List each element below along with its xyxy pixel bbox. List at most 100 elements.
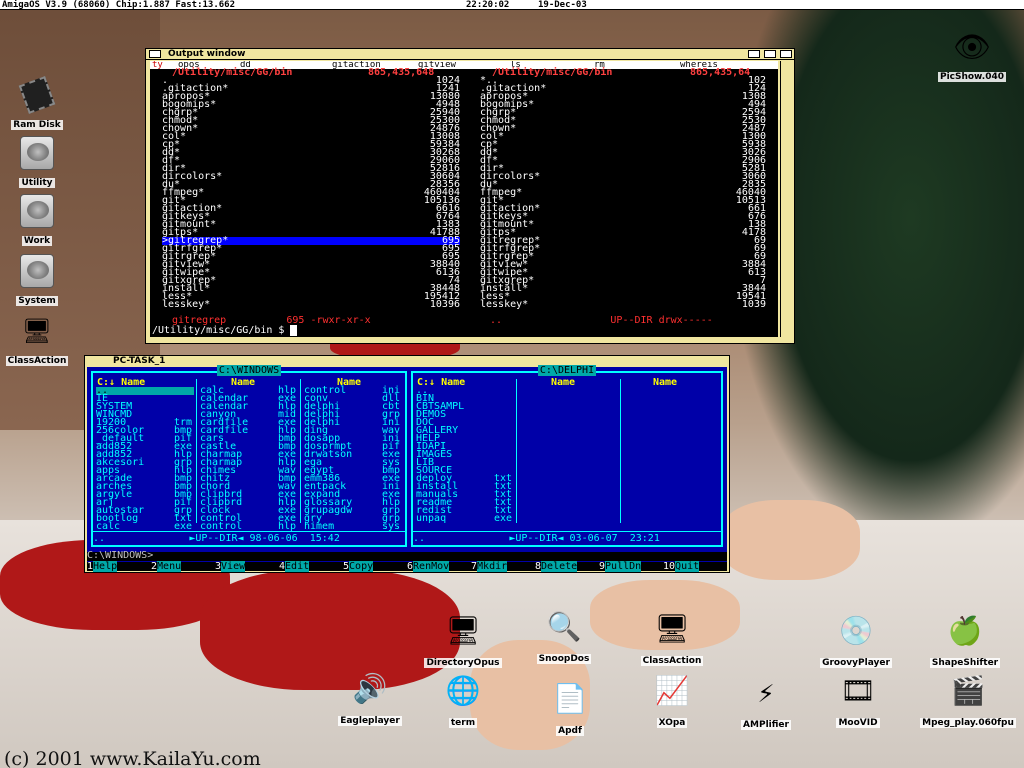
pdf-icon: 📄 xyxy=(552,681,588,715)
monitor-icon: 🖥 xyxy=(21,317,53,345)
monitor-icon: 🖥 xyxy=(445,613,481,647)
dos-command-line[interactable]: C:\WINDOWS> xyxy=(87,551,727,561)
file-row[interactable]: lesskey* 1039 xyxy=(480,299,766,310)
nc-file-item[interactable]: unpaq exe xyxy=(416,514,514,524)
file-row[interactable]: bogomips* 494 xyxy=(480,100,766,110)
depth-icon[interactable] xyxy=(780,50,792,58)
right-col3-header[interactable]: Name xyxy=(653,378,677,388)
desktop-icon-picshow[interactable]: 👁 PicShow.040 xyxy=(930,30,1014,83)
shell-prompt[interactable]: /Utility/misc/GG/bin $ xyxy=(152,325,297,336)
file-row[interactable]: col* 1300 xyxy=(480,132,766,142)
file-row[interactable]: ffmpeg* 460404 xyxy=(162,188,460,198)
right-col2-header[interactable]: Name xyxy=(551,378,575,388)
shell-terminal[interactable]: ty opos dd gitaction gitview ls rm where… xyxy=(150,61,778,337)
fkey-edit[interactable]: 4Edit xyxy=(279,561,310,572)
file-row[interactable]: cp* 59384 xyxy=(162,140,460,150)
right-panel-title: C:\DELPHI xyxy=(537,365,597,376)
file-size: 10396 xyxy=(429,299,460,310)
desktop-icon-apdf[interactable]: 📄 Apdf xyxy=(520,678,620,737)
desktop-icon-system[interactable]: System xyxy=(2,254,72,307)
file-row[interactable]: df* 2906 xyxy=(480,156,766,166)
file-row[interactable]: chmod* 25300 xyxy=(162,116,460,126)
file-row[interactable]: install* 38448 xyxy=(162,284,460,294)
iconify-icon[interactable] xyxy=(764,50,776,58)
desktop-icon-shapeshifter[interactable]: 🍏 ShapeShifter xyxy=(915,610,1015,669)
file-row[interactable]: dd* 3026 xyxy=(480,148,766,158)
speaker-icon: 🔊 xyxy=(352,671,388,705)
screen-title-bar[interactable]: AmigaOS V3.9 (68060) Chip:1.887 Fast:13.… xyxy=(0,0,1024,10)
left-col2-header[interactable]: Name xyxy=(231,378,255,388)
norton-commander[interactable]: C:\WINDOWS C:↓ Name Name Name .. IE SYSTEM… xyxy=(87,365,727,572)
output-window-scrollbar[interactable] xyxy=(780,61,792,337)
file-row[interactable]: chown* 2487 xyxy=(480,124,766,134)
file-row[interactable]: chgrp* 25940 xyxy=(162,108,460,118)
fkey-menu[interactable]: 2Menu xyxy=(151,561,182,572)
file-row[interactable]: lesskey* 10396 xyxy=(162,299,460,310)
file-row[interactable]: du* 28356 xyxy=(162,180,460,190)
file-row[interactable]: dircolors* 3060 xyxy=(480,172,766,182)
desktop-icon-term[interactable]: 🌐 term xyxy=(413,670,513,729)
shell-menu-ty[interactable]: ty xyxy=(152,61,163,70)
nc-file-item[interactable]: .. xyxy=(96,386,194,396)
nc-file-item[interactable]: himem sys xyxy=(304,522,402,532)
left-panel-status: .. ►UP--DIR◄ 98-06-06 15:42 xyxy=(93,531,405,545)
file-row[interactable]: gitmount* 138 xyxy=(480,220,766,230)
desktop-icon-amplifier[interactable]: ⚡ AMPlifier xyxy=(716,672,816,731)
right-panel[interactable]: C:\DELPHI C:↓ Name Name Name .. BIN CBTSAM… xyxy=(411,365,723,547)
pctask-window[interactable]: PC-TASK_1 C:\WINDOWS C:↓ Name Name Name … xyxy=(84,355,730,573)
file-row[interactable]: bogomips* 4948 xyxy=(162,100,460,110)
desktop-icon-directoryopus[interactable]: 🖥 DirectoryOpus xyxy=(413,610,513,669)
desktop-icon-utility[interactable]: Utility xyxy=(2,136,72,189)
desktop-icon-xopa[interactable]: 📈 XOpa xyxy=(622,670,722,729)
file-row[interactable]: df* 29060 xyxy=(162,156,460,166)
desktop-icon-work[interactable]: Work xyxy=(2,194,72,247)
left-pane-path: /Utility/misc/GG/bin xyxy=(172,67,293,78)
fkey-delete[interactable]: 8Delete xyxy=(535,561,578,572)
file-row[interactable]: gitmount* 1383 xyxy=(162,220,460,230)
left-pane-status: gitregrep 695 -rwxr-xr-x xyxy=(172,315,371,326)
screen-time: 22:20:02 xyxy=(466,0,510,10)
nc-file-item[interactable]: control hlp xyxy=(200,522,298,532)
desktop-icon-groovyplayer[interactable]: 💿 GroovyPlayer xyxy=(806,610,906,669)
file-row[interactable]: cp* 5938 xyxy=(480,140,766,150)
desktop-icon-classaction[interactable]: 🖥 ClassAction xyxy=(2,314,72,367)
fkey-view[interactable]: 3View xyxy=(215,561,246,572)
fkey-pulldn[interactable]: 9PullDn xyxy=(599,561,642,572)
function-key-bar[interactable]: 1Help 2Menu 3View 4Edit 5Copy 6RenMov 7Mkdir 8D… xyxy=(87,561,727,572)
file-row[interactable]: col* 13008 xyxy=(162,132,460,142)
fkey-quit[interactable]: 10Quit xyxy=(663,561,700,572)
file-row[interactable]: du* 2835 xyxy=(480,180,766,190)
file-row[interactable]: chown* 24876 xyxy=(162,124,460,134)
left-panel[interactable]: C:\WINDOWS C:↓ Name Name Name .. IE SYSTEM… xyxy=(91,365,407,547)
file-row[interactable]: chmod* 2530 xyxy=(480,116,766,126)
screen-title: AmigaOS V3.9 (68060) Chip:1.887 Fast:13.… xyxy=(2,0,235,10)
copyright-text: (c) 2001 www.KailaYu.com xyxy=(4,748,261,768)
desktop-icon-snoopdos[interactable]: 🔍 SnoopDos xyxy=(514,606,614,665)
right-panel-status: .. ►UP--DIR◄ 03-06-07 23:21 xyxy=(413,531,721,545)
fkey-mkdir[interactable]: 7Mkdir xyxy=(471,561,508,572)
output-window-title-bar[interactable]: Output window xyxy=(146,49,794,60)
desktop-icon-ram-disk[interactable]: Ram Disk xyxy=(2,76,72,131)
file-row[interactable]: chgrp* 2594 xyxy=(480,108,766,118)
right-pane-size: 865,435,64 xyxy=(690,67,751,78)
file-row[interactable]: dd* 30268 xyxy=(162,148,460,158)
fkey-renmov[interactable]: 6RenMov xyxy=(407,561,450,572)
close-icon[interactable] xyxy=(149,50,161,58)
zoom-icon[interactable] xyxy=(748,50,760,58)
fkey-copy[interactable]: 5Copy xyxy=(343,561,374,572)
nc-file-item[interactable]: calc exe xyxy=(96,522,194,532)
cd-icon: 💿 xyxy=(838,613,874,647)
file-row[interactable]: dircolors* 30604 xyxy=(162,172,460,182)
file-name: lesskey* xyxy=(162,299,211,310)
desktop-icon-mpeg-play[interactable]: 🎬 Mpeg_play.060fpu xyxy=(914,670,1022,729)
right-pane-path: /Utility/misc/GG/bin xyxy=(492,67,613,78)
desktop-icon-classaction-2[interactable]: 🖥 ClassAction xyxy=(622,608,722,667)
file-size: 1039 xyxy=(741,299,766,310)
output-window[interactable]: Output window ty opos dd gitaction gitvi… xyxy=(145,48,795,344)
fkey-help[interactable]: 1Help xyxy=(87,561,118,572)
desktop-icon-moovid[interactable]: 🎞 MooVID xyxy=(808,670,908,729)
desktop-icon-eagleplayer[interactable]: 🔊 Eagleplayer xyxy=(320,668,420,727)
file-row[interactable]: install* 3844 xyxy=(480,284,766,294)
apple-icon: 🍏 xyxy=(947,613,983,647)
file-row[interactable]: ffmpeg* 46040 xyxy=(480,188,766,198)
